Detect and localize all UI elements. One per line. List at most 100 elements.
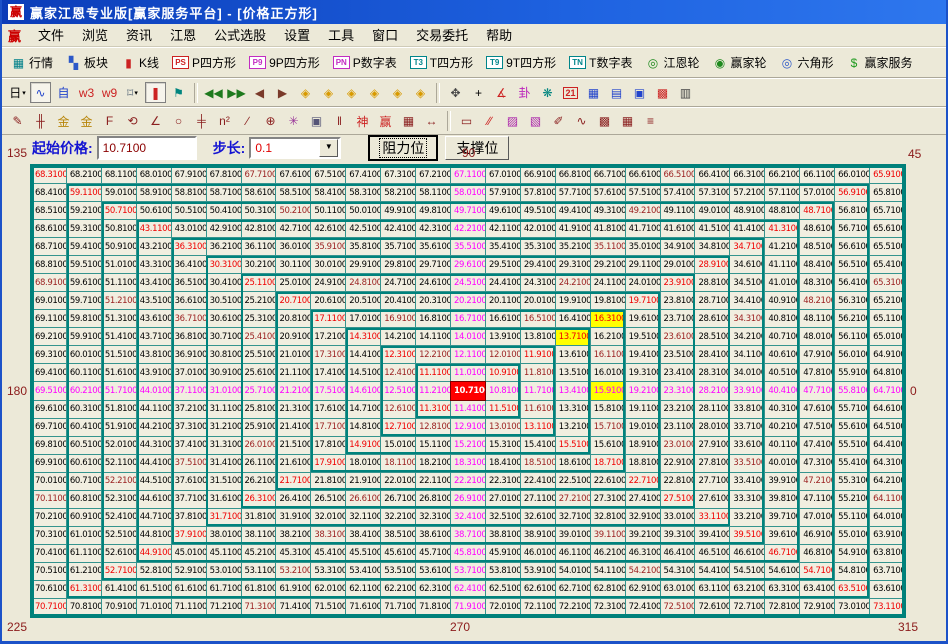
menu-item-文件[interactable]: 文件 bbox=[29, 26, 73, 45]
draw-beam-button[interactable]: ǁ bbox=[329, 111, 350, 132]
draw-dense-grid-button[interactable]: ▦ bbox=[398, 111, 419, 132]
resistance-button[interactable]: 阻力位 bbox=[369, 136, 437, 160]
tool-printer-button[interactable]: ▥ bbox=[675, 82, 696, 103]
price-cell: 15.8100 bbox=[591, 401, 625, 418]
tool-watchlist-button[interactable]: 自 bbox=[53, 82, 74, 103]
toolbar-item-t-number-table[interactable]: TNT数字表 bbox=[566, 52, 635, 73]
tool-flag-mark-button[interactable]: ⚑ bbox=[168, 82, 189, 103]
toolbar-item-quotes[interactable]: ▦行情 bbox=[8, 52, 56, 73]
tool-zoom-all-button[interactable]: ◈ bbox=[364, 82, 385, 103]
toolbar-item-9t-square[interactable]: T99T四方形 bbox=[483, 52, 559, 73]
toolbar-item-winner-wheel[interactable]: ◉赢家轮 bbox=[709, 52, 769, 73]
price-cell: 13.4100 bbox=[556, 382, 590, 399]
price-cell: 68.3100 bbox=[32, 166, 66, 183]
draw-grid-lines-button[interactable]: ╫ bbox=[30, 111, 51, 132]
draw-star-button[interactable]: ✳ bbox=[283, 111, 304, 132]
draw-magenta-box-2-button[interactable]: ▧ bbox=[525, 111, 546, 132]
menu-item-资讯[interactable]: 资讯 bbox=[117, 26, 161, 45]
draw-spiral-button[interactable]: ⟲ bbox=[122, 111, 143, 132]
draw-ying-tool-button[interactable]: 赢 bbox=[375, 111, 396, 132]
tool-jump-first-button[interactable]: ◀◀ bbox=[203, 82, 224, 103]
menu-item-工具[interactable]: 工具 bbox=[319, 26, 363, 45]
price-cell: 17.2100 bbox=[311, 328, 345, 345]
draw-ellipse-tool-button[interactable]: ○ bbox=[168, 111, 189, 132]
tool-candle-mark-button[interactable]: ❚ bbox=[145, 82, 166, 103]
tool-chart-view-button[interactable]: ∿ bbox=[30, 82, 51, 103]
draw-shen-tool-button[interactable]: 神 bbox=[352, 111, 373, 132]
price-cell: 60.4100 bbox=[67, 419, 101, 436]
tool-screen-export-button[interactable]: ▩ bbox=[652, 82, 673, 103]
draw-cycle-circle-button[interactable]: ⊕ bbox=[260, 111, 281, 132]
toolbar-item-t-square[interactable]: T3T四方形 bbox=[407, 52, 476, 73]
tool-zoom-out-y-button[interactable]: ◈ bbox=[387, 82, 408, 103]
menu-item-设置[interactable]: 设置 bbox=[275, 26, 319, 45]
draw-grid-b-button[interactable]: ▦ bbox=[617, 111, 638, 132]
draw-ray-fan-button[interactable]: ∕∕ bbox=[479, 111, 500, 132]
t-square-icon: T3 bbox=[410, 56, 427, 69]
dropdown-arrow-icon[interactable]: ▾ bbox=[22, 89, 26, 97]
tool-mind-map-button[interactable]: ❋ bbox=[537, 82, 558, 103]
menu-item-浏览[interactable]: 浏览 bbox=[73, 26, 117, 45]
toolbar-item-9p-square[interactable]: P99P四方形 bbox=[246, 52, 323, 73]
draw-rect-region-button[interactable]: ▭ bbox=[456, 111, 477, 132]
price-cell: 29.9100 bbox=[346, 256, 380, 273]
tool-zoom-fit-x-button[interactable]: ◈ bbox=[341, 82, 362, 103]
tool-calendar-21-button[interactable]: 21 bbox=[560, 82, 581, 103]
tool-bagua-button[interactable]: 卦 bbox=[514, 82, 535, 103]
toolbar-item-winner-service[interactable]: $赢家服务 bbox=[844, 52, 916, 73]
draw-fan-lines-button[interactable]: F bbox=[99, 111, 120, 132]
draw-n-square-button[interactable]: n² bbox=[214, 111, 235, 132]
start-price-input[interactable] bbox=[97, 136, 197, 160]
tool-jump-last-button[interactable]: ▶▶ bbox=[226, 82, 247, 103]
tool-step-back-button[interactable]: ◀ bbox=[249, 82, 270, 103]
draw-slash-lines-button[interactable]: ≡ bbox=[640, 111, 661, 132]
price-cell: 18.4100 bbox=[486, 455, 520, 472]
menu-item-帮助[interactable]: 帮助 bbox=[477, 26, 521, 45]
draw-golden-grid-button[interactable]: 金 bbox=[76, 111, 97, 132]
dropdown-arrow-icon[interactable]: ▾ bbox=[134, 89, 138, 97]
draw-grid-a-button[interactable]: ▩ bbox=[594, 111, 615, 132]
toolbar-item-hexagon[interactable]: ◎六角形 bbox=[777, 52, 837, 73]
tool-crosshair-button[interactable]: + bbox=[468, 82, 489, 103]
tool-step-forward-button[interactable]: ▶ bbox=[272, 82, 293, 103]
menu-item-交易委托[interactable]: 交易委托 bbox=[407, 26, 477, 45]
tool-wave-3-button[interactable]: w3 bbox=[76, 82, 97, 103]
tool-wave-9-button[interactable]: w9 bbox=[99, 82, 120, 103]
price-cell: 57.1100 bbox=[765, 184, 799, 201]
tool-price-mark-button[interactable]: ⌑▾ bbox=[122, 82, 143, 103]
support-button[interactable]: 支撑位 bbox=[445, 136, 509, 160]
toolbar-item-k-line[interactable]: ▮K线 bbox=[118, 52, 162, 73]
draw-pencil-button[interactable]: ✐ bbox=[548, 111, 569, 132]
tool-zoom-in-y-button[interactable]: ◈ bbox=[410, 82, 431, 103]
tool-notepad-button[interactable]: ▤ bbox=[606, 82, 627, 103]
toolbar-item-gann-wheel[interactable]: ◎江恩轮 bbox=[642, 52, 702, 73]
draw-gann-line-button[interactable]: ∕ bbox=[237, 111, 258, 132]
price-cell: 39.6100 bbox=[765, 527, 799, 544]
tool-calculator-button[interactable]: ▦ bbox=[583, 82, 604, 103]
draw-expand-h-button[interactable]: ↔ bbox=[421, 111, 442, 132]
draw-golden-section-button[interactable]: 金 bbox=[53, 111, 74, 132]
tool-save-disk-button[interactable]: ▣ bbox=[629, 82, 650, 103]
draw-angle-tool-button[interactable]: ∠ bbox=[145, 111, 166, 132]
menu-item-江恩[interactable]: 江恩 bbox=[161, 26, 205, 45]
dropdown-arrow-icon[interactable]: ▼ bbox=[319, 139, 338, 157]
angle-label-0: 0 bbox=[910, 384, 917, 398]
toolbar-item-p-square[interactable]: PSP四方形 bbox=[169, 52, 239, 73]
draw-box-select-button[interactable]: ▣ bbox=[306, 111, 327, 132]
tool-zoom-in-x-button[interactable]: ◈ bbox=[318, 82, 339, 103]
tool-zoom-out-x-button[interactable]: ◈ bbox=[295, 82, 316, 103]
draw-brush-button[interactable]: ✎ bbox=[7, 111, 28, 132]
step-select[interactable]: 0.1 ▼ bbox=[249, 137, 341, 159]
menu-item-公式选股[interactable]: 公式选股 bbox=[205, 26, 275, 45]
price-cell: 57.6100 bbox=[591, 184, 625, 201]
draw-wave-tool-button[interactable]: ∿ bbox=[571, 111, 592, 132]
draw-magenta-box-1-button[interactable]: ▨ bbox=[502, 111, 523, 132]
price-cell: 45.6100 bbox=[381, 545, 415, 562]
toolbar-item-sectors[interactable]: ▚板块 bbox=[63, 52, 111, 73]
tool-angle-measure-button[interactable]: ∡ bbox=[491, 82, 512, 103]
menu-item-窗口[interactable]: 窗口 bbox=[363, 26, 407, 45]
tool-period-day-button[interactable]: 日▾ bbox=[7, 82, 28, 103]
toolbar-item-p-number-table[interactable]: PNP数字表 bbox=[330, 52, 400, 73]
draw-ruler-button[interactable]: ╪ bbox=[191, 111, 212, 132]
tool-pan-hand-button[interactable]: ✥ bbox=[445, 82, 466, 103]
